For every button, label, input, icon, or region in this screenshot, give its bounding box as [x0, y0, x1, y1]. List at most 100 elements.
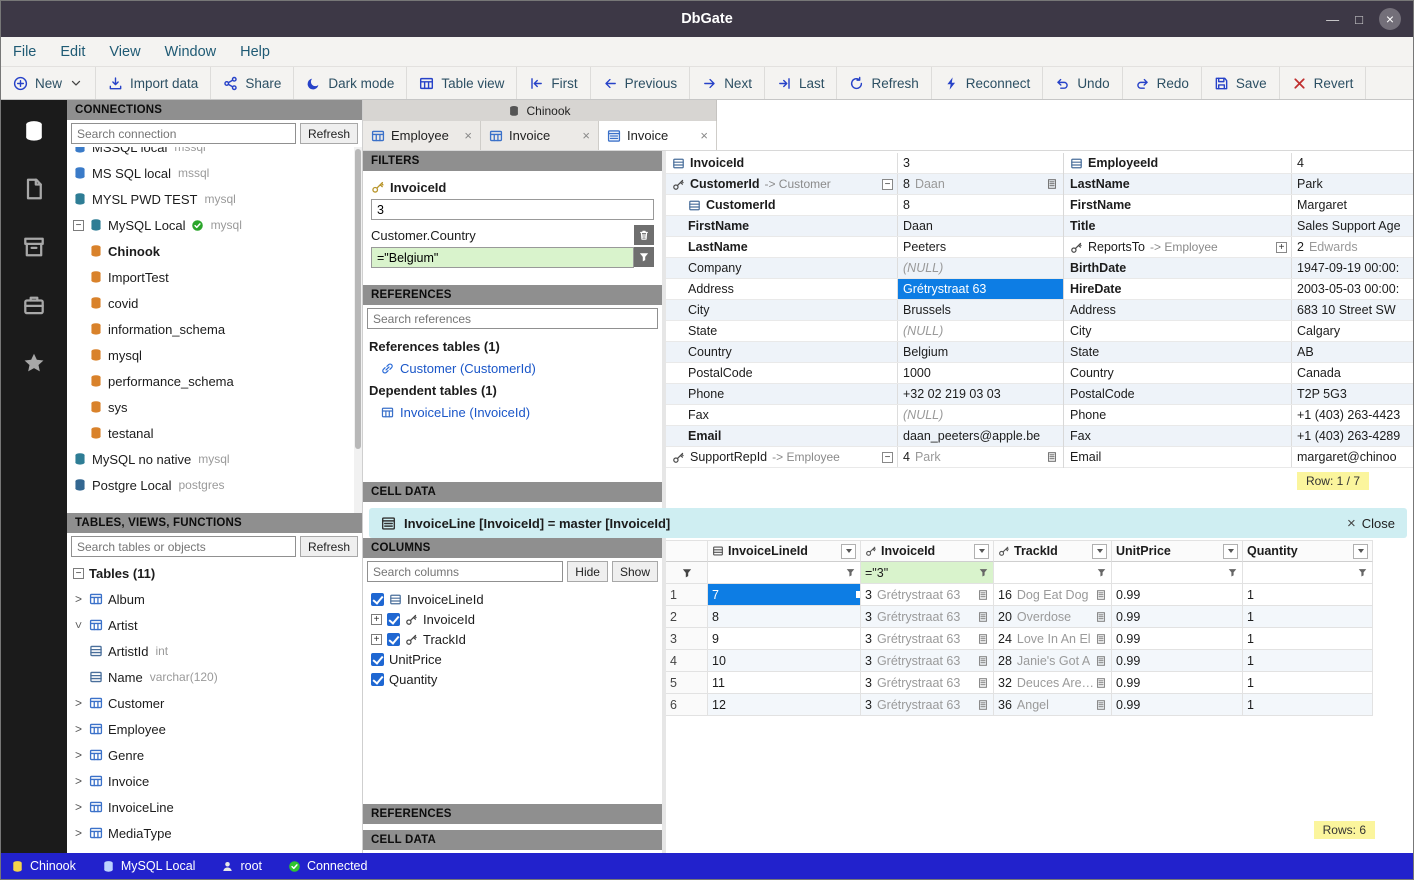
column-toggle-row[interactable]: + InvoiceId: [365, 609, 660, 629]
funnel-icon[interactable]: [1357, 567, 1368, 578]
column-toggle-row[interactable]: + TrackId: [365, 629, 660, 649]
field-value-cell[interactable]: +32 02 219 03 03: [898, 384, 1063, 404]
grid-cell[interactable]: 32 Deuces Are W: [994, 672, 1112, 694]
grid-cell[interactable]: 1: [1243, 650, 1373, 672]
toolbar-button[interactable]: Undo: [1043, 67, 1122, 99]
grid-filter-menu[interactable]: [666, 562, 708, 584]
row-number-cell[interactable]: 3: [666, 628, 708, 650]
collapse-toggle[interactable]: −: [882, 179, 893, 190]
tab-close-button[interactable]: ×: [700, 128, 708, 143]
field-value-cell[interactable]: 2003-05-03 00:00:: [1292, 279, 1413, 299]
grid-cell[interactable]: 28 Janie's Got A: [994, 650, 1112, 672]
close-reference-button[interactable]: × Close: [1347, 515, 1395, 532]
expand-chevron-icon[interactable]: >: [73, 826, 84, 840]
tree-item[interactable]: > − covid: [67, 290, 362, 316]
open-record-icon[interactable]: [977, 655, 989, 667]
grid-cell[interactable]: 8: [708, 606, 861, 628]
open-record-icon[interactable]: [977, 589, 989, 601]
funnel-icon[interactable]: [1227, 567, 1238, 578]
grid-cell[interactable]: 3 Grétrystraat 63: [861, 694, 994, 716]
sidebar-icon-button[interactable]: [19, 232, 49, 262]
row-number-cell[interactable]: 2: [666, 606, 708, 628]
grid-cell[interactable]: 9: [708, 628, 861, 650]
field-value-cell[interactable]: Calgary: [1292, 321, 1413, 341]
row-number-cell[interactable]: 4: [666, 650, 708, 672]
tree-item[interactable]: > − Name varchar(120): [67, 664, 362, 690]
toolbar-button[interactable]: New: [1, 67, 96, 99]
grid-cell[interactable]: 0.99: [1112, 606, 1243, 628]
tree-item[interactable]: > − Chinook: [67, 238, 362, 264]
tree-item[interactable]: > − MySQL no native mysql: [67, 446, 362, 472]
statusbar-item[interactable]: Connected: [288, 859, 367, 873]
tree-item[interactable]: > − performance_schema: [67, 368, 362, 394]
grid-cell[interactable]: 12: [708, 694, 861, 716]
column-toggle-row[interactable]: + InvoiceLineId: [365, 589, 660, 609]
toolbar-button[interactable]: Dark mode: [294, 67, 407, 99]
field-name-cell[interactable]: Address: [666, 279, 898, 299]
hide-columns-button[interactable]: Hide: [567, 561, 608, 582]
grid-cell[interactable]: 7: [708, 584, 861, 606]
field-name-cell[interactable]: State: [1064, 342, 1292, 362]
field-value-cell[interactable]: 683 10 Street SW: [1292, 300, 1413, 320]
toolbar-button[interactable]: Previous: [591, 67, 691, 99]
row-number-cell[interactable]: 6: [666, 694, 708, 716]
field-value-cell[interactable]: Belgium: [898, 342, 1063, 362]
field-name-cell[interactable]: InvoiceId: [666, 153, 898, 173]
grid-column-dropdown[interactable]: [974, 544, 989, 559]
open-record-icon[interactable]: [977, 633, 989, 645]
field-name-cell[interactable]: SupportRepId -> Employee −: [666, 447, 898, 467]
field-name-cell[interactable]: Country: [1064, 363, 1292, 383]
scrollbar-thumb[interactable]: [355, 149, 361, 449]
row-number-cell[interactable]: 1: [666, 584, 708, 606]
funnel-icon[interactable]: [1096, 567, 1107, 578]
grid-cell[interactable]: 1: [1243, 672, 1373, 694]
tree-item[interactable]: > − MediaType: [67, 820, 362, 846]
open-record-icon[interactable]: [977, 699, 989, 711]
expand-chevron-icon[interactable]: >: [72, 620, 86, 631]
field-value-cell[interactable]: 4: [1292, 153, 1413, 173]
open-record-icon[interactable]: [1095, 589, 1107, 601]
refresh-tables-button[interactable]: Refresh: [300, 536, 358, 557]
field-name-cell[interactable]: Title: [1064, 216, 1292, 236]
field-name-cell[interactable]: Email: [1064, 447, 1292, 467]
toolbar-button[interactable]: Revert: [1280, 67, 1367, 99]
grid-cell[interactable]: 16 Dog Eat Dog: [994, 584, 1112, 606]
field-name-cell[interactable]: City: [1064, 321, 1292, 341]
filter-value-input[interactable]: [371, 247, 634, 268]
expand-chevron-icon[interactable]: >: [73, 774, 84, 788]
column-checkbox[interactable]: [371, 673, 384, 686]
expand-chevron-icon[interactable]: >: [73, 592, 84, 606]
grid-column-header[interactable]: InvoiceLineId: [708, 540, 861, 562]
grid-cell[interactable]: 10: [708, 650, 861, 672]
titlebar[interactable]: DbGate — □ ×: [1, 1, 1413, 37]
field-value-cell[interactable]: 1947-09-19 00:00:: [1292, 258, 1413, 278]
sidebar-icon-button[interactable]: [19, 116, 49, 146]
search-references-input[interactable]: [367, 308, 658, 329]
field-value-cell[interactable]: Grétrystraat 63: [898, 279, 1063, 299]
search-connection-input[interactable]: [71, 123, 296, 144]
sidebar-icon-button[interactable]: [19, 348, 49, 378]
toolbar-button[interactable]: First: [517, 67, 590, 99]
remove-filter-button[interactable]: [634, 225, 654, 245]
tree-item[interactable]: > − ArtistId int: [67, 638, 362, 664]
row-number-cell[interactable]: 5: [666, 672, 708, 694]
field-value-cell[interactable]: Margaret: [1292, 195, 1413, 215]
field-value-cell[interactable]: +1 (403) 263-4423: [1292, 405, 1413, 425]
grid-filter-cell[interactable]: [994, 562, 1112, 584]
tree-item[interactable]: > − Customer: [67, 690, 362, 716]
field-value-cell[interactable]: (NULL): [898, 405, 1063, 425]
open-record-icon[interactable]: [1095, 611, 1107, 623]
open-record-icon[interactable]: [1095, 677, 1107, 689]
grid-cell[interactable]: 1: [1243, 606, 1373, 628]
grid-column-dropdown[interactable]: [1353, 544, 1368, 559]
tree-item[interactable]: > − testanal: [67, 420, 362, 446]
refresh-connections-button[interactable]: Refresh: [300, 123, 358, 144]
field-value-cell[interactable]: 4 Park: [898, 447, 1063, 467]
grid-cell[interactable]: 20 Overdose: [994, 606, 1112, 628]
grid-filter-cell[interactable]: [1112, 562, 1243, 584]
open-record-icon[interactable]: [1046, 451, 1058, 463]
field-name-cell[interactable]: FirstName: [666, 216, 898, 236]
toolbar-button[interactable]: Redo: [1123, 67, 1202, 99]
grid-column-header[interactable]: Quantity: [1243, 540, 1373, 562]
field-name-cell[interactable]: CustomerId: [666, 195, 898, 215]
